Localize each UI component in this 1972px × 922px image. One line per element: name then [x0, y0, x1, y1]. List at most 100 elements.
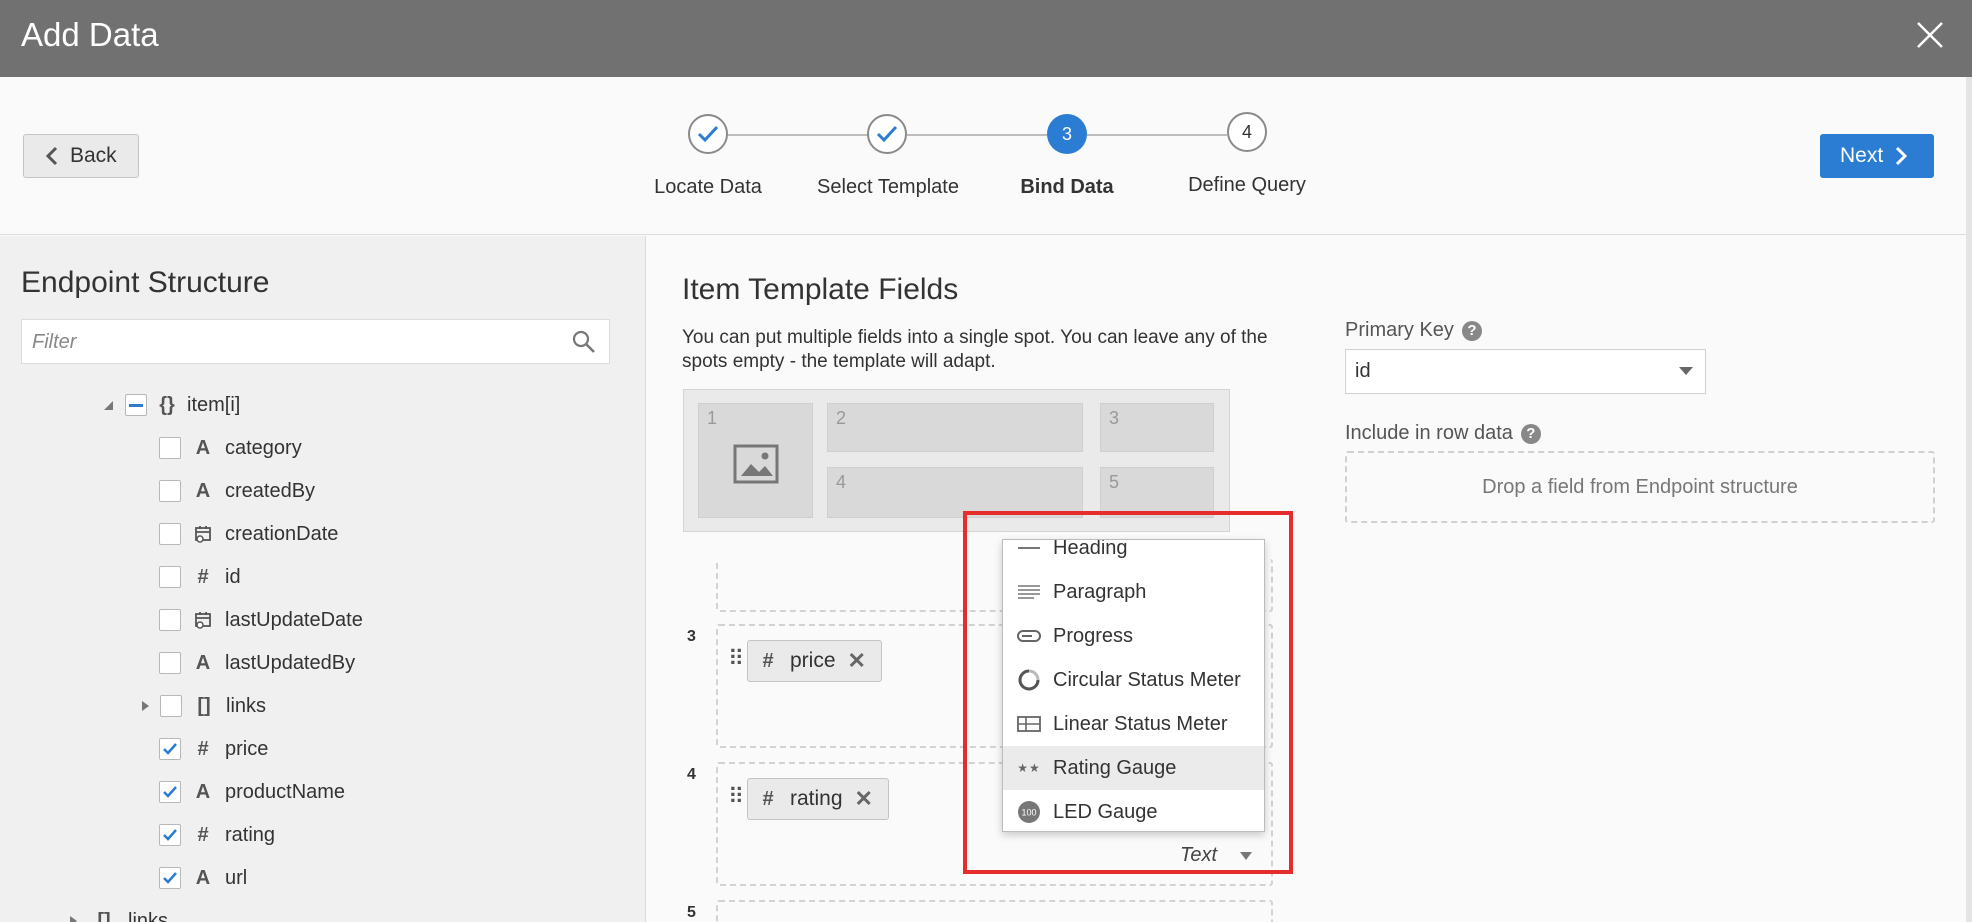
train-step-label: Bind Data — [1020, 176, 1114, 198]
tree-node[interactable]: # price — [159, 729, 268, 769]
checkmark-icon — [163, 829, 177, 841]
object-icon: {} — [159, 393, 175, 416]
field-chip-price[interactable]: # price ✕ — [747, 640, 882, 682]
back-button[interactable]: Back — [23, 134, 139, 178]
drag-handle-icon[interactable]: ⠿ — [728, 646, 744, 672]
train-connector — [907, 134, 1047, 136]
remove-field-icon[interactable]: ✕ — [855, 786, 873, 812]
text-type-icon: A — [195, 780, 211, 803]
template-hint: You can put multiple fields into a singl… — [682, 327, 1268, 372]
drag-handle-icon[interactable]: ⠿ — [728, 784, 744, 810]
panel-title: Endpoint Structure — [21, 266, 270, 299]
tree-checkbox-checked[interactable] — [159, 867, 181, 889]
template-spot-3[interactable]: 3 — [1100, 403, 1214, 452]
primary-key-select[interactable]: id — [1345, 349, 1706, 394]
tree-checkbox-checked[interactable] — [159, 738, 181, 760]
window-scrollbar[interactable] — [1966, 77, 1972, 922]
text-type-icon: A — [195, 479, 211, 502]
row-data-label: Include in row data ? — [1345, 422, 1541, 445]
tree-node-label: category — [225, 436, 302, 459]
drop-zone-hint: Drop a field from Endpoint structure — [1482, 475, 1798, 498]
text-type-icon: A — [195, 866, 211, 889]
template-spot-2[interactable]: 2 — [827, 403, 1083, 452]
number-type-icon: # — [197, 565, 209, 588]
filter-input[interactable]: Filter — [21, 319, 610, 364]
remove-field-icon[interactable]: ✕ — [848, 648, 866, 674]
template-spot-1[interactable]: 1 — [698, 403, 813, 518]
tree-checkbox[interactable] — [159, 437, 181, 459]
train-connector — [1087, 134, 1227, 136]
checkmark-icon — [697, 125, 719, 143]
tree-node[interactable]: A productName — [159, 772, 345, 812]
slot-number: 4 — [687, 766, 696, 783]
help-icon[interactable]: ? — [1461, 320, 1482, 341]
tree-checkbox[interactable] — [159, 523, 181, 545]
field-chip-rating[interactable]: # rating ✕ — [747, 778, 889, 820]
next-button[interactable]: Next — [1820, 134, 1934, 178]
number-type-icon: # — [197, 823, 209, 846]
expand-triangle-icon[interactable] — [66, 914, 80, 922]
checkmark-icon — [876, 125, 898, 143]
checkmark-icon — [163, 872, 177, 884]
tree-node-links-root[interactable]: [] links — [66, 901, 168, 922]
checkmark-icon — [163, 743, 177, 755]
tree-node[interactable]: A url — [159, 858, 247, 898]
train-step-select-template[interactable] — [867, 114, 907, 154]
expand-triangle-icon[interactable] — [138, 699, 152, 713]
train-step-locate-data[interactable] — [688, 114, 728, 154]
tree-node-label: creationDate — [225, 522, 339, 545]
row-data-drop-zone[interactable]: Drop a field from Endpoint structure — [1345, 451, 1935, 523]
tree-node-label: url — [225, 866, 248, 889]
close-icon[interactable] — [1915, 20, 1945, 50]
tree-checkbox[interactable] — [159, 652, 181, 674]
field-slot-5[interactable] — [716, 900, 1273, 922]
title-bar: Add Data — [0, 0, 1972, 77]
train-step-bind-data[interactable]: 3 — [1047, 114, 1087, 154]
tree-node-item[interactable]: {} item[i] — [101, 385, 240, 425]
tree-node[interactable]: A category — [159, 428, 302, 468]
array-icon: [] — [97, 909, 111, 922]
tree-node[interactable]: A createdBy — [159, 471, 315, 511]
date-type-icon — [195, 526, 211, 543]
next-button-label: Next — [1840, 144, 1884, 167]
tree-checkbox[interactable] — [125, 394, 147, 416]
endpoint-structure-panel: Endpoint Structure Filter {} item[i] A c… — [0, 236, 646, 922]
array-icon: [] — [197, 694, 211, 717]
back-button-label: Back — [70, 144, 117, 167]
tree-checkbox[interactable] — [159, 609, 181, 631]
tree-node[interactable]: A lastUpdatedBy — [159, 643, 355, 683]
tree-node-label: price — [225, 737, 269, 760]
slot-number: 5 — [687, 904, 696, 921]
text-type-icon: A — [195, 651, 211, 674]
help-icon[interactable]: ? — [1520, 423, 1541, 444]
field-chip-label: price — [790, 649, 836, 672]
search-icon[interactable] — [571, 329, 597, 355]
tree-node-label: productName — [225, 780, 346, 803]
collapse-triangle-icon[interactable] — [101, 398, 115, 412]
chevron-right-icon — [1896, 146, 1908, 166]
text-type-icon: A — [195, 436, 211, 459]
tree-checkbox-checked[interactable] — [159, 781, 181, 803]
wizard-header: Back 3 4 Locate Data Select Template Bin… — [0, 77, 1966, 235]
primary-key-label: Primary Key ? — [1345, 319, 1482, 342]
tree-checkbox-checked[interactable] — [159, 824, 181, 846]
tree-checkbox[interactable] — [159, 566, 181, 588]
number-type-icon: # — [197, 737, 209, 760]
tree-node[interactable]: # id — [159, 557, 241, 597]
train-step-define-query[interactable]: 4 — [1227, 112, 1267, 152]
image-placeholder-icon — [733, 444, 779, 484]
number-type-icon: # — [762, 787, 774, 810]
checkmark-icon — [163, 786, 177, 798]
spot-number: 1 — [707, 408, 718, 428]
tree-node-label: links — [226, 694, 267, 717]
tree-node[interactable]: lastUpdateDate — [159, 600, 363, 640]
tree-node-label: lastUpdateDate — [225, 608, 363, 631]
tree-node-links[interactable]: [] links — [138, 686, 266, 726]
tree-node[interactable]: creationDate — [159, 514, 338, 554]
dialog-title: Add Data — [21, 16, 159, 53]
tree-node-label: rating — [225, 823, 276, 846]
tree-node[interactable]: # rating — [159, 815, 275, 855]
train-step-label: Define Query — [1188, 174, 1306, 196]
tree-checkbox[interactable] — [159, 480, 181, 502]
tree-checkbox[interactable] — [160, 695, 182, 717]
